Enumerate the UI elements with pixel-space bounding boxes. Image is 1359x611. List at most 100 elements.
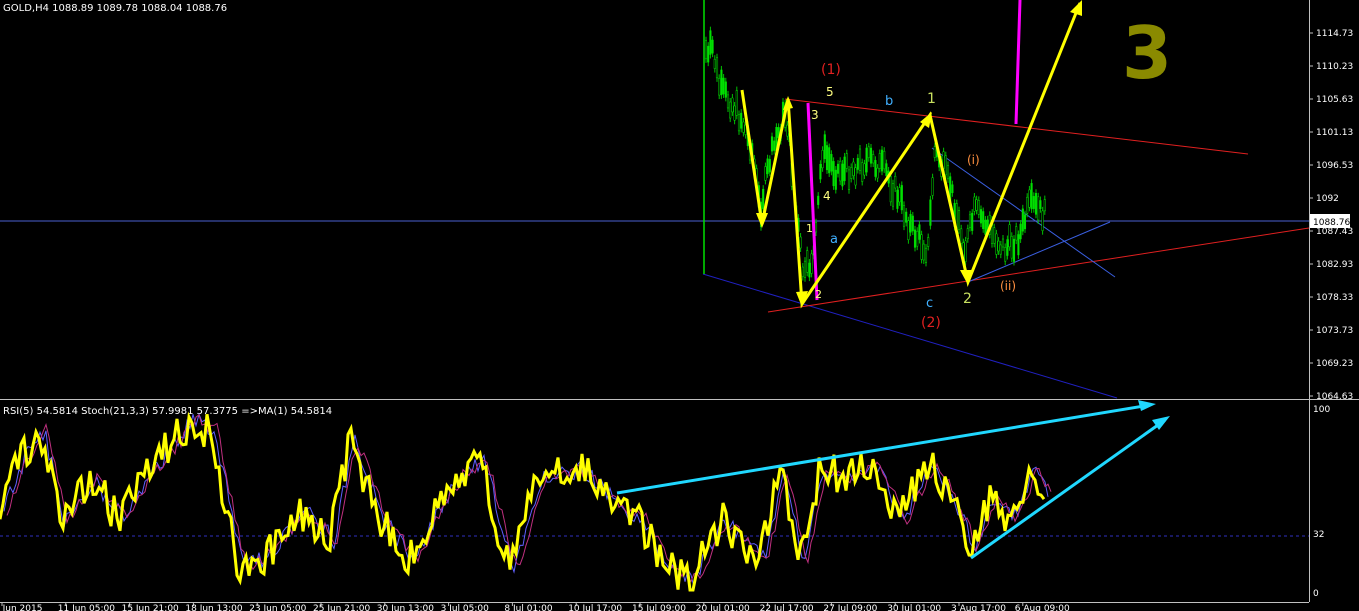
candle-body [762,188,765,209]
candle-body [933,146,936,158]
candle-body [1039,200,1042,209]
candle-body [971,212,974,231]
indicator-axis[interactable]: 100 32 0 [1313,405,1330,599]
candle-body [823,134,826,160]
candle-body [863,163,866,176]
candle-body [834,169,837,190]
wave-label-1: 1 [927,91,936,107]
price-tick-label: 1101.13 [1316,128,1353,138]
indicator-tick-label: 100 [1313,405,1330,415]
candle-body [894,175,897,189]
candle-body [1043,199,1046,212]
time-tick-label: 3 Aug 17:00 [951,604,1006,611]
candle-body [885,163,888,177]
main-pane[interactable]: GOLD,H4 1088.89 1089.78 1088.04 1088.76 … [0,0,1353,402]
candle-body [847,169,851,190]
indicator-tick-label: 0 [1313,589,1319,599]
indicator-pane[interactable]: RSI(5) 54.5814 Stoch(21,3,3) 57.9981 57.… [0,400,1330,599]
current-price-label: 1088.76 [1313,218,1350,228]
candle-body [982,211,985,230]
candle-body [817,195,820,205]
candle-body [729,101,732,119]
candle-body [929,199,932,226]
candle-body [977,200,980,215]
wave-label-c: c [926,296,933,311]
candle-body [973,196,976,212]
candle-body [825,145,829,171]
candle-body [1023,214,1027,230]
candle-body [999,244,1002,255]
time-axis[interactable]: 8 Jun 2015 11 Jun 05:00 15 Jun 21:00 18 Jun… [0,602,1070,611]
candle-body [858,148,862,171]
candle-body [1019,223,1022,240]
candle-body [830,154,833,172]
candle-body [810,253,813,274]
price-tick-label: 1105.63 [1316,95,1353,105]
time-tick-label: 3 Jul 05:00 [441,604,490,611]
candle-body [876,167,879,179]
candle-body [907,220,910,240]
candle-body [852,161,855,176]
candle-body [918,224,921,240]
candle-body [814,222,818,233]
candle-body [913,229,917,248]
candle-body [900,185,903,211]
chart-canvas[interactable]: GOLD,H4 1088.89 1089.78 1088.04 1088.76 … [0,0,1359,611]
wave-label-4: 4 [823,189,831,203]
candle-body [1004,247,1007,262]
indicator-tick-label: 32 [1313,530,1324,540]
candle-body [880,149,884,172]
candle-body [786,124,789,137]
candle-body [1017,234,1020,256]
candle-body [1032,196,1035,209]
candle-body [856,157,859,170]
candle-body [828,147,831,174]
candle-body [713,58,716,69]
indicator-header: RSI(5) 54.5814 Stoch(21,3,3) 57.9981 57.… [3,406,332,417]
candle-body [1015,226,1018,241]
price-tick-label: 1073.73 [1316,326,1353,336]
wave-label-2-minor: 2 [815,288,822,301]
price-tick-label: 1092 [1316,194,1339,204]
time-tick-label: 15 Jul 09:00 [632,604,686,611]
price-tick-label: 1110.23 [1316,62,1353,72]
candle-body [896,189,899,209]
time-tick-label: 10 Jul 17:00 [568,604,622,611]
candle-body [845,153,848,169]
candle-body [946,165,950,180]
divergence-line-top[interactable] [616,403,1151,495]
candle-body [819,164,822,180]
candle-body [720,69,723,96]
big-wave-label: 3 [1122,11,1172,95]
candle-body [883,150,886,170]
candle-body [891,183,895,207]
candle-body [841,163,844,187]
candle-body [867,146,870,159]
candle-body [984,219,987,235]
candle-body [742,121,745,133]
price-tick-label: 1069.23 [1316,359,1353,369]
candle-body [993,227,996,244]
candle-body [726,94,730,109]
candle-body [718,78,721,96]
wave-label-i: (i) [967,153,980,167]
divergence-line-bottom[interactable] [970,418,1166,560]
candle-body [1006,239,1009,256]
candle-body [735,90,738,116]
candle-body [733,105,736,121]
candle-body [960,228,963,244]
time-tick-label: 22 Jul 17:00 [760,604,814,611]
time-tick-label: 8 Jul 01:00 [504,604,553,611]
main-pane-background [0,0,1309,398]
candle-body [1010,236,1013,259]
wave-label-ii: (ii) [1000,279,1016,293]
candle-body [715,57,719,79]
time-tick-label: 23 Jun 05:00 [249,604,306,611]
candle-body [931,177,934,196]
price-tick-label: 1078.33 [1316,293,1353,303]
candle-body [869,147,873,164]
wave-label-2: 2 [963,291,972,307]
candle-body [920,234,923,260]
candle-body [808,262,811,278]
candle-body [707,45,710,63]
